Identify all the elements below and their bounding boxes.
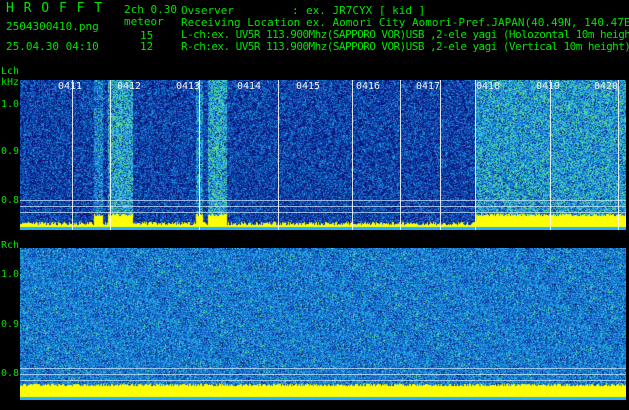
time-mark-0414: 0414 [237, 81, 262, 92]
observer-key: Ovserver [181, 4, 234, 17]
lch-ytick-3: 0.8 [1, 195, 20, 206]
rch-gridline [20, 368, 626, 369]
lch-minute-line [400, 80, 401, 230]
location-key: Receiving Location [181, 16, 301, 29]
time-mark-0418: 0418 [476, 81, 501, 92]
lch-ytick-2: 0.9 [1, 146, 20, 157]
rch-label: Rch [1, 240, 20, 251]
time-mark-0420: 0420 [594, 81, 619, 92]
rch-info: R-ch:ex. UV5R 113.900Mhz(SAPPORO VOR)USB… [181, 40, 629, 53]
brand-title: H R O F F T [6, 1, 104, 16]
mode-label: 2ch 0.30 [124, 3, 177, 16]
rch-spectrogram [20, 248, 626, 400]
rch-ytick-2: 0.9 [1, 319, 20, 330]
lch-unit: kHz [1, 77, 20, 88]
meteor-label: meteor [124, 15, 164, 28]
lch-minute-line [475, 80, 476, 230]
lch-minute-line [72, 80, 73, 230]
lch-minute-line [440, 80, 441, 230]
lch-spectrogram [20, 80, 626, 230]
datetime: 25.04.30 04:10 [6, 40, 99, 53]
time-mark-0415: 0415 [296, 81, 321, 92]
lch-minute-line [110, 80, 111, 230]
meteor-count-rch: 12 [140, 40, 154, 53]
time-mark-0412: 0412 [117, 81, 142, 92]
observer-sep: : [292, 4, 299, 17]
lch-minute-line [278, 80, 279, 230]
file-name: 2504300410.png [6, 20, 99, 33]
observer-value: ex. JR7CYX [ kid ] [306, 4, 426, 17]
lch-info: L-ch:ex. UV5R 113.900Mhz(SAPPORO VOR)USB… [181, 28, 629, 41]
time-mark-0417: 0417 [416, 81, 441, 92]
rch-noise [20, 248, 626, 400]
lch-minute-line [550, 80, 551, 230]
time-mark-0416: 0416 [356, 81, 381, 92]
time-mark-0411: 0411 [58, 81, 83, 92]
lch-minute-line [352, 80, 353, 230]
lch-minute-line [199, 80, 200, 230]
rch-gridline [20, 380, 626, 381]
location-sep: : [292, 16, 299, 29]
lch-ytick-1: 1.0 [1, 99, 20, 110]
rch-gridline [20, 374, 626, 375]
lch-label: Lch [1, 66, 20, 77]
rch-ytick-3: 0.8 [1, 368, 20, 379]
time-mark-0413: 0413 [176, 81, 201, 92]
rch-ytick-1: 1.0 [1, 269, 20, 280]
lch-minute-line [618, 80, 619, 230]
location-value: ex. Aomori City Aomori-Pref.JAPAN(40.49N… [306, 16, 629, 29]
time-mark-0419: 0419 [536, 81, 561, 92]
